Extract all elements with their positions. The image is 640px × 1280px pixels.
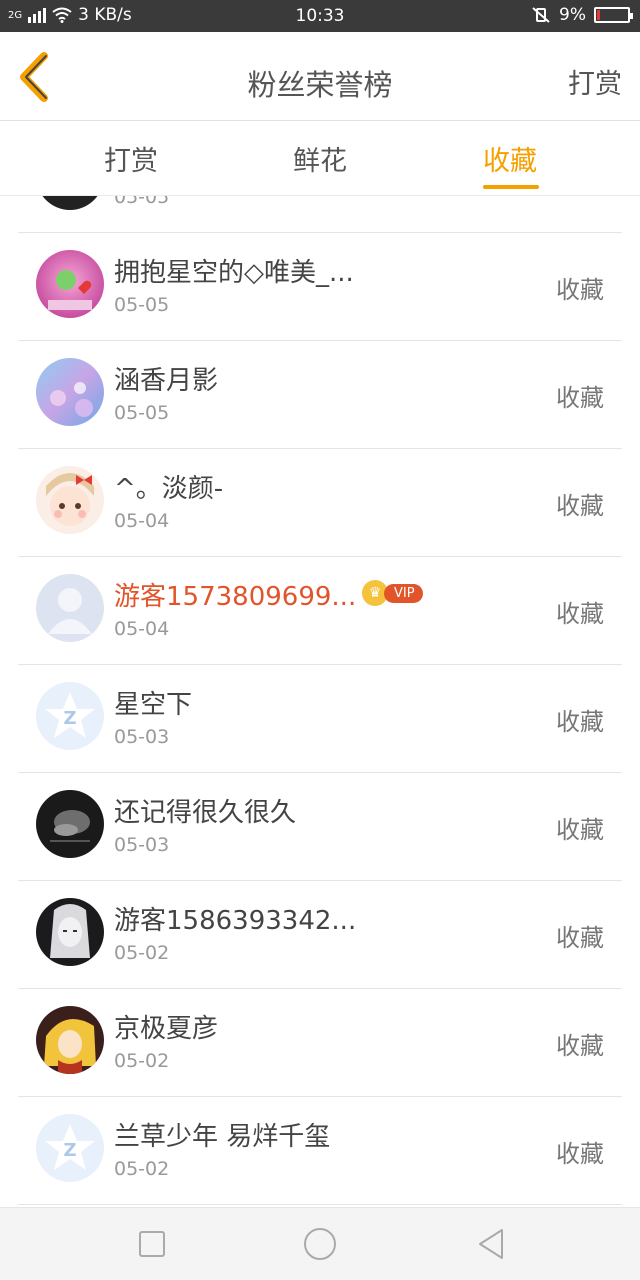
- dark-anime-avatar: [36, 898, 104, 966]
- list-item[interactable]: 拥抱星空的◇唯美_... 05-05 收藏: [18, 232, 622, 341]
- item-action: 收藏: [556, 816, 604, 844]
- battery-icon: [594, 7, 633, 23]
- item-name: 游客1586393342...: [114, 906, 357, 936]
- item-date: 05-02: [114, 942, 170, 964]
- blue-avatar: [36, 358, 104, 426]
- item-date: 05-05: [114, 196, 170, 208]
- pink-avatar: [36, 250, 104, 318]
- item-action: 收藏: [556, 600, 604, 628]
- item-name: 还记得很久很久: [114, 798, 297, 828]
- default-user-avatar: [36, 574, 104, 642]
- item-action: 收藏: [556, 924, 604, 952]
- tab-bar: 打赏 鲜花 收藏: [0, 121, 640, 196]
- vip-badge: ♛ VIP: [362, 580, 423, 606]
- star-logo-avatar: Z: [36, 1114, 104, 1182]
- back-triangle-icon[interactable]: [474, 1226, 510, 1262]
- tab-reward[interactable]: 打赏: [104, 139, 158, 178]
- system-nav-bar: [0, 1207, 640, 1280]
- svg-text:Z: Z: [63, 708, 76, 729]
- item-action: 收藏: [556, 708, 604, 736]
- list-item[interactable]: 05-05: [18, 196, 622, 233]
- list-item[interactable]: 京极夏彦 05-02 收藏: [18, 988, 622, 1097]
- list-item[interactable]: 涵香月影 05-05 收藏: [18, 340, 622, 449]
- item-date: 05-05: [114, 294, 170, 316]
- item-date: 05-02: [114, 1050, 170, 1072]
- tab-favorites[interactable]: 收藏: [483, 139, 537, 178]
- item-name: 星空下: [114, 690, 193, 720]
- item-date: 05-05: [114, 402, 170, 424]
- item-action: 收藏: [556, 492, 604, 520]
- list-item[interactable]: 游客1586393342... 05-02 收藏: [18, 880, 622, 989]
- list-item[interactable]: 还记得很久很久 05-03 收藏: [18, 772, 622, 881]
- item-name: 京极夏彦: [114, 1014, 219, 1044]
- item-date: 05-04: [114, 618, 170, 640]
- yellow-anime-avatar: [36, 1006, 104, 1074]
- fan-list: 05-05 拥抱星空的◇唯美_... 05-05 收藏 涵香月影 05-05 收…: [0, 196, 640, 1208]
- item-name: ^。淡颜-: [114, 474, 224, 504]
- top-header: 粉丝荣誉榜 打赏: [0, 32, 640, 121]
- vip-label: VIP: [384, 583, 423, 603]
- list-item[interactable]: Z 兰草少年 易烊千玺 05-02 收藏: [18, 1096, 622, 1205]
- item-action: 收藏: [556, 384, 604, 412]
- item-name: 涵香月影: [114, 366, 219, 396]
- item-date: 05-04: [114, 510, 170, 532]
- battery-percent: 9%: [559, 5, 586, 25]
- list-item[interactable]: ^。淡颜- 05-04 收藏: [18, 448, 622, 557]
- list-item[interactable]: 游客1573809699... ♛ VIP 05-04 收藏: [18, 556, 622, 665]
- avatar: [36, 196, 104, 210]
- item-action: 收藏: [556, 276, 604, 304]
- page-title: 粉丝荣誉榜: [247, 68, 393, 102]
- vibrate-mute-icon: [532, 7, 550, 23]
- item-name: 游客1573809699...: [114, 582, 357, 612]
- tab-flowers[interactable]: 鲜花: [293, 139, 347, 178]
- home-circle-icon[interactable]: [302, 1226, 338, 1262]
- item-action: 收藏: [556, 1140, 604, 1168]
- svg-text:Z: Z: [63, 1140, 76, 1161]
- status-right: 9%: [531, 5, 633, 25]
- reward-button[interactable]: 打赏: [568, 62, 622, 101]
- recent-apps-square-icon[interactable]: [134, 1226, 170, 1262]
- list-item[interactable]: Z 星空下 05-03 收藏: [18, 664, 622, 773]
- anime-girl-avatar: [36, 466, 104, 534]
- item-date: 05-03: [114, 834, 170, 856]
- status-bar: 2G 3 KB/s 10:33 9%: [0, 0, 640, 32]
- item-date: 05-02: [114, 1158, 170, 1180]
- item-name: 兰草少年 易烊千玺: [114, 1122, 331, 1152]
- active-tab-indicator: [483, 185, 539, 189]
- dark-avatar: [36, 790, 104, 858]
- item-date: 05-03: [114, 726, 170, 748]
- item-action: 收藏: [556, 1032, 604, 1060]
- star-logo-avatar: Z: [36, 682, 104, 750]
- item-name: 拥抱星空的◇唯美_...: [114, 258, 354, 288]
